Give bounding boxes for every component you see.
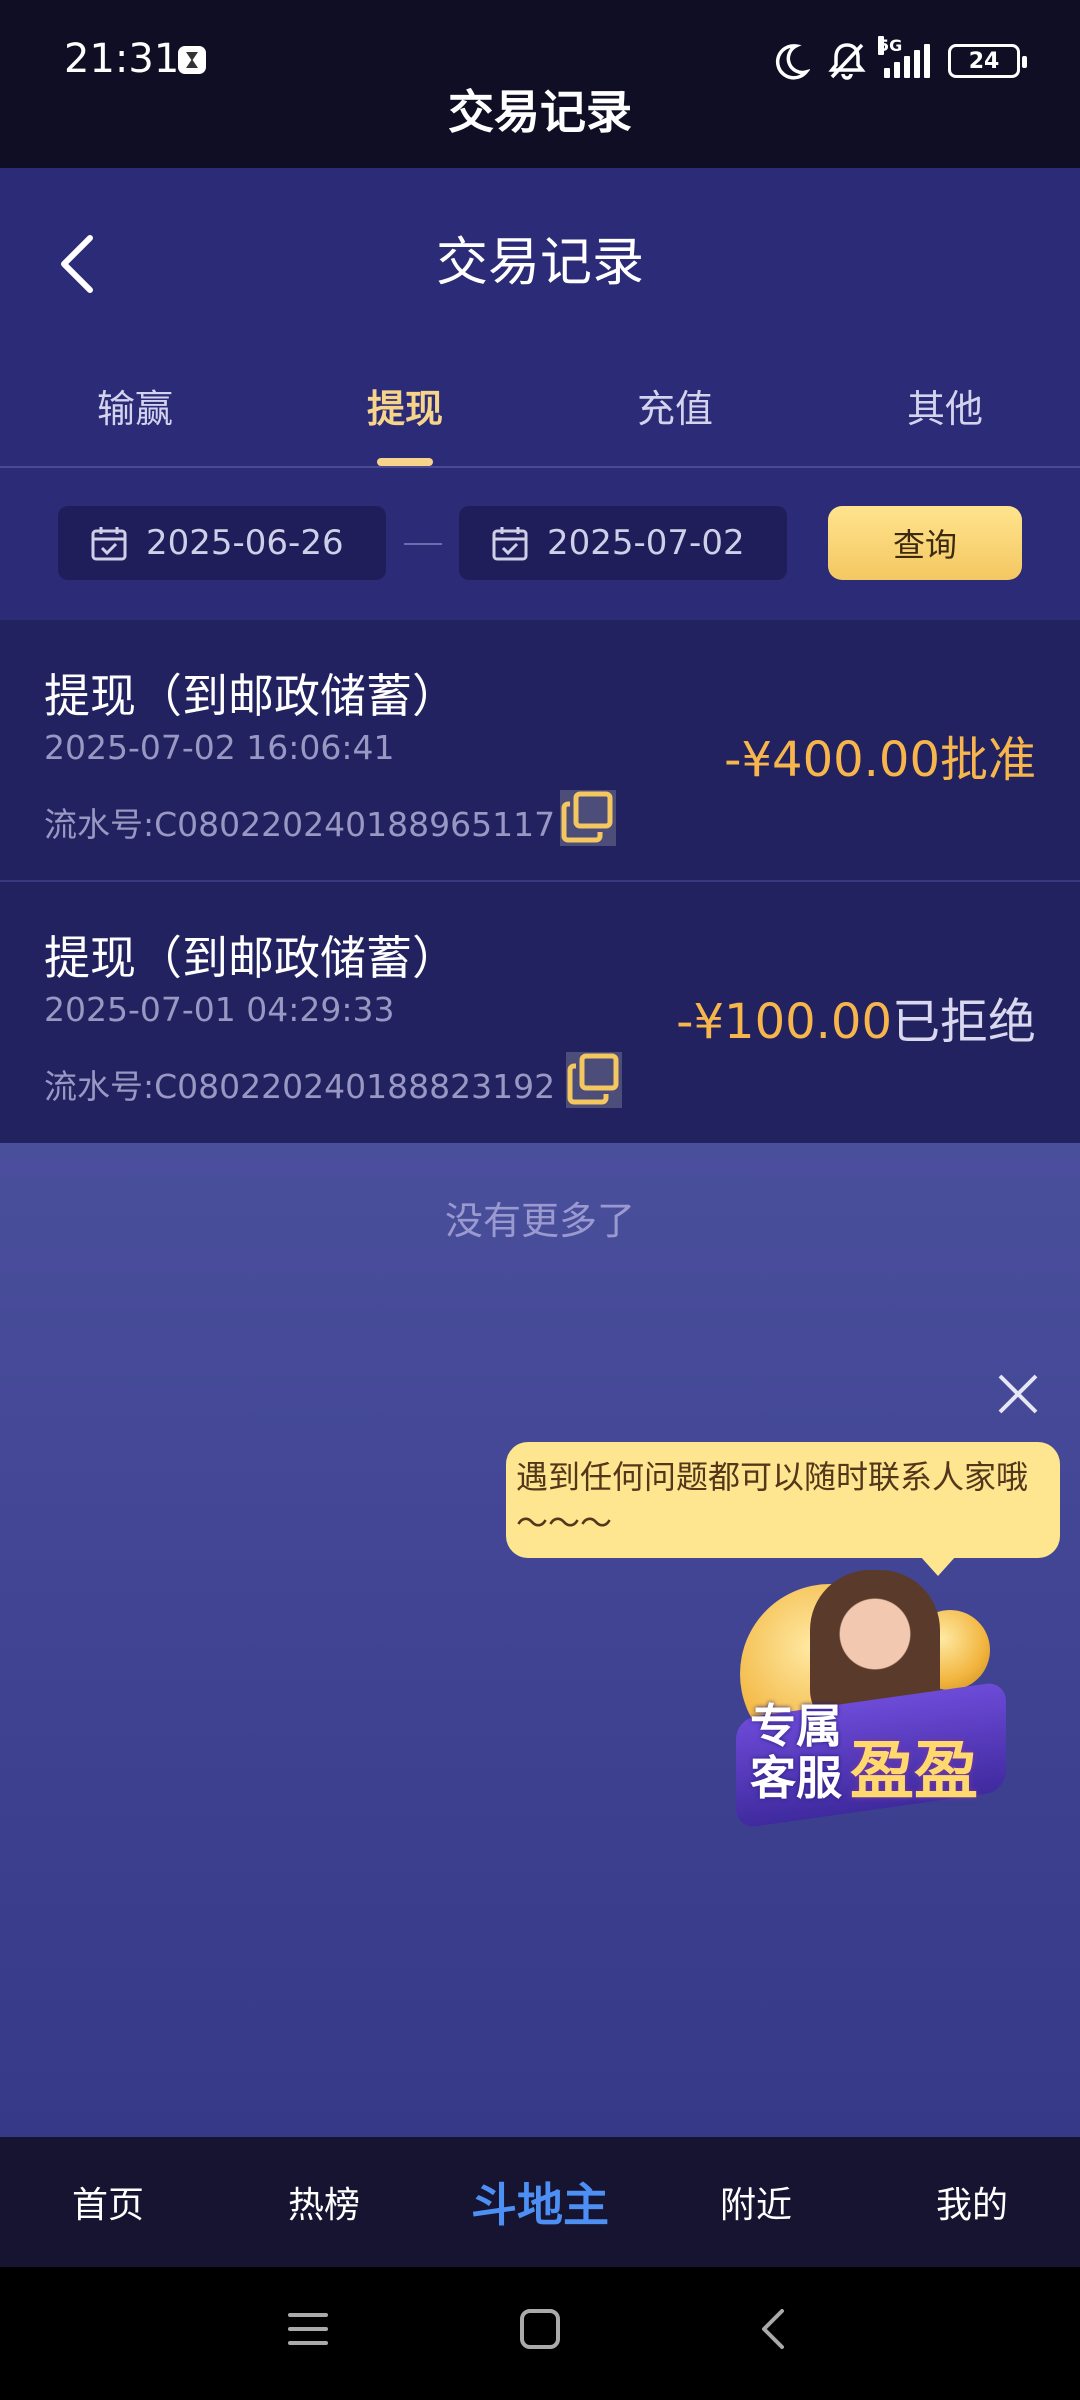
copy-icon[interactable] <box>558 788 618 848</box>
badge-text: 专属 客服 <box>750 1699 842 1805</box>
list-end-text: 没有更多了 <box>444 1199 635 1243</box>
nav-doudizhu[interactable]: 斗地主 <box>432 2169 648 2235</box>
amount-value: -¥400.00 <box>724 732 940 788</box>
record-time: 2025-07-02 16:06:41 <box>44 728 395 767</box>
tab-withdraw[interactable]: 提现 <box>270 368 540 466</box>
system-navigation-bar <box>0 2267 1080 2400</box>
home-icon[interactable] <box>520 2309 560 2349</box>
menu-icon[interactable] <box>288 2309 328 2349</box>
record-serial: 流水号:C080220240188965117 <box>44 805 556 844</box>
back-icon[interactable] <box>758 2307 788 2351</box>
end-date-picker[interactable]: 2025-07-02 <box>459 506 787 580</box>
transaction-list: 提现（到邮政储蓄） 2025-07-02 16:06:41 流水号:C08022… <box>0 620 1080 1143</box>
bottom-navigation: 首页 热榜 斗地主 附近 我的 <box>0 2137 1080 2267</box>
tab-bar: 输赢 提现 充值 其他 <box>0 368 1080 468</box>
page-title: 交易记录 <box>435 233 644 293</box>
nav-nearby[interactable]: 附近 <box>648 2176 864 2228</box>
battery-icon: 24 <box>948 44 1027 78</box>
nav-mine[interactable]: 我的 <box>864 2176 1080 2228</box>
tab-other[interactable]: 其他 <box>810 368 1080 466</box>
battery-level: 24 <box>968 48 1000 74</box>
list-item[interactable]: 提现（到邮政储蓄） 2025-07-01 04:29:33 流水号:C08022… <box>0 882 1080 1143</box>
date-range-separator <box>404 543 442 545</box>
start-date-value: 2025-06-26 <box>146 523 344 563</box>
record-title: 提现（到邮政储蓄） <box>44 669 458 723</box>
signal-icon: 5G <box>878 36 930 78</box>
status-bar: 21:31 5G 24 交易记录 <box>0 0 1080 168</box>
status-badge: 批准 <box>939 732 1036 788</box>
amount-value: -¥100.00 <box>676 994 892 1050</box>
close-icon[interactable] <box>996 1372 1040 1416</box>
status-badge: 已拒绝 <box>891 994 1036 1050</box>
tab-recharge[interactable]: 充值 <box>540 368 810 466</box>
record-serial: 流水号:C080220240188823192 <box>44 1067 556 1106</box>
end-date-value: 2025-07-02 <box>547 523 745 563</box>
hourglass-icon <box>178 46 206 74</box>
record-time: 2025-07-01 04:29:33 <box>44 990 395 1029</box>
tab-win-lose[interactable]: 输赢 <box>0 368 270 466</box>
app-header: 交易记录 输赢 提现 充值 其他 <box>0 168 1080 468</box>
nav-hot-list[interactable]: 热榜 <box>216 2176 432 2228</box>
customer-service-badge[interactable]: 专属 客服 盈盈 <box>700 1570 1020 1850</box>
network-label: 5G <box>878 36 903 55</box>
date-filter-bar: 2025-06-26 2025-07-02 查询 <box>0 468 1080 620</box>
record-amount: -¥400.00批准 <box>724 720 1036 790</box>
nav-home[interactable]: 首页 <box>0 2176 216 2228</box>
bell-off-icon <box>828 43 866 80</box>
badge-name: 盈盈 <box>850 1735 978 1809</box>
calendar-icon <box>91 527 127 561</box>
list-item[interactable]: 提现（到邮政储蓄） 2025-07-02 16:06:41 流水号:C08022… <box>0 620 1080 882</box>
support-message-bubble[interactable]: 遇到任何问题都可以随时联系人家哦～～～ <box>506 1442 1060 1576</box>
record-title: 提现（到邮政储蓄） <box>44 931 458 985</box>
record-amount: -¥100.00已拒绝 <box>676 982 1036 1052</box>
moon-icon <box>775 44 810 80</box>
query-button[interactable]: 查询 <box>828 506 1022 580</box>
calendar-icon <box>492 527 528 561</box>
copy-icon[interactable] <box>564 1050 624 1110</box>
start-date-picker[interactable]: 2025-06-26 <box>58 506 386 580</box>
screen-title: 交易记录 <box>448 85 632 139</box>
